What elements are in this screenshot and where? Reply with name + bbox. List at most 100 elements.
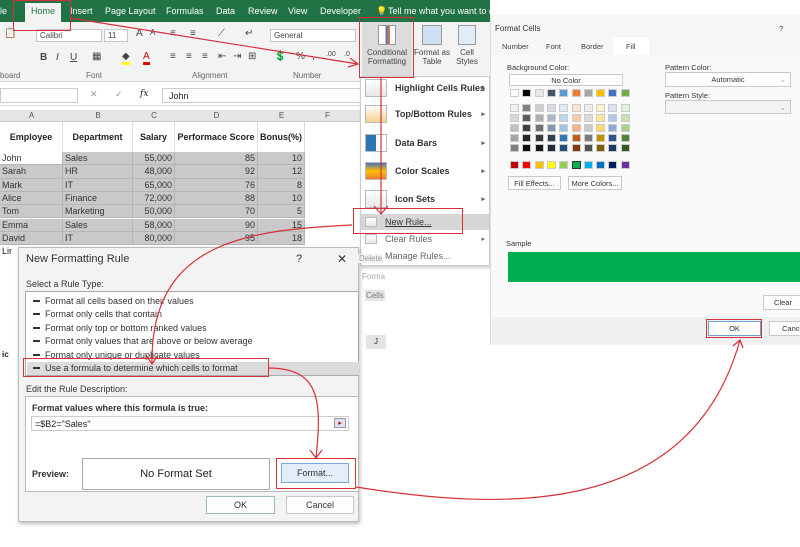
more-colors-button[interactable]: More Colors...: [568, 176, 622, 190]
table-cell[interactable]: 72,000: [133, 191, 175, 206]
table-cell[interactable]: IT: [63, 231, 133, 246]
wrap-text-icon[interactable]: ↵: [245, 28, 253, 39]
cancel-button[interactable]: Cancel: [769, 321, 800, 336]
tab-data[interactable]: Data: [216, 6, 235, 16]
tint-color-swatch[interactable]: [620, 104, 630, 112]
table-cell[interactable]: David: [0, 231, 63, 246]
tab-fill[interactable]: Fill: [613, 37, 649, 57]
standard-color-swatch[interactable]: [583, 161, 593, 169]
tint-color-swatch[interactable]: [583, 134, 593, 142]
tint-color-swatch[interactable]: [620, 144, 630, 152]
theme-color-swatch[interactable]: [608, 89, 618, 97]
tint-color-swatch[interactable]: [608, 114, 618, 122]
help-button[interactable]: ?: [296, 253, 302, 265]
column-header-f[interactable]: F: [305, 111, 350, 120]
table-cell[interactable]: 18: [258, 231, 305, 246]
table-cell[interactable]: Finance: [63, 191, 133, 206]
rule-type-item[interactable]: Format all cells based on their values: [27, 294, 359, 308]
tint-color-swatch[interactable]: [546, 114, 556, 122]
table-cell[interactable]: 65,000: [133, 178, 175, 192]
tint-color-swatch[interactable]: [559, 144, 569, 152]
help-button[interactable]: ?: [779, 24, 783, 33]
menu-item-data-bars[interactable]: Data Bars ▸: [361, 132, 489, 154]
tint-color-swatch[interactable]: [608, 134, 618, 142]
tab-border[interactable]: Border: [581, 42, 604, 51]
tint-color-swatch[interactable]: [559, 114, 569, 122]
column-header-e[interactable]: E: [258, 111, 305, 120]
decrease-indent-icon[interactable]: ⇤: [218, 51, 226, 62]
tint-color-swatch[interactable]: [571, 104, 581, 112]
tint-color-swatch[interactable]: [522, 144, 532, 152]
standard-color-swatch[interactable]: [608, 161, 618, 169]
tint-color-swatch[interactable]: [596, 134, 606, 142]
fill-effects-button[interactable]: Fill Effects...: [508, 176, 561, 190]
tab-developer[interactable]: Developer: [320, 6, 361, 16]
theme-color-swatch[interactable]: [596, 89, 606, 97]
tint-color-swatch[interactable]: [559, 124, 569, 132]
currency-icon[interactable]: 💲: [274, 51, 286, 62]
tint-color-swatch[interactable]: [510, 134, 519, 142]
comma-button[interactable]: ,: [312, 51, 315, 62]
table-cell[interactable]: 90: [175, 218, 258, 232]
tint-color-swatch[interactable]: [522, 114, 532, 122]
table-cell[interactable]: Mark: [0, 178, 63, 192]
standard-color-swatch[interactable]: [510, 161, 519, 169]
tint-color-swatch[interactable]: [534, 104, 544, 112]
tell-me-search[interactable]: Tell me what you want to do...: [388, 6, 507, 16]
tint-color-swatch[interactable]: [620, 114, 630, 122]
format-button[interactable]: Format...: [281, 463, 349, 483]
tint-color-swatch[interactable]: [522, 124, 532, 132]
standard-color-swatch[interactable]: [522, 161, 532, 169]
column-header-a[interactable]: A: [0, 111, 63, 120]
tint-color-swatch[interactable]: [620, 124, 630, 132]
tab-file[interactable]: le: [0, 6, 7, 16]
tint-color-swatch[interactable]: [608, 124, 618, 132]
table-cell[interactable]: 48,000: [133, 165, 175, 179]
tab-home[interactable]: Home: [25, 3, 62, 22]
theme-color-swatch[interactable]: [571, 89, 581, 97]
menu-item-color-scales[interactable]: Color Scales ▸: [361, 160, 489, 182]
standard-color-swatch[interactable]: [620, 161, 630, 169]
table-cell[interactable]: Tom: [0, 205, 63, 219]
tint-color-swatch[interactable]: [522, 104, 532, 112]
table-cell[interactable]: 76: [175, 178, 258, 192]
font-name-select[interactable]: Calibri: [36, 29, 102, 42]
table-cell[interactable]: John: [0, 152, 63, 166]
header-employee[interactable]: Employee: [0, 122, 63, 152]
header-department[interactable]: Department: [63, 122, 133, 152]
number-format-select[interactable]: General: [270, 29, 356, 42]
cancel-button[interactable]: Cancel: [286, 496, 354, 514]
tint-color-swatch[interactable]: [546, 104, 556, 112]
tint-color-swatch[interactable]: [534, 134, 544, 142]
table-cell[interactable]: 8: [258, 178, 305, 192]
table-cell[interactable]: 85: [175, 152, 258, 166]
table-cell[interactable]: 5: [258, 205, 305, 219]
table-cell[interactable]: Sales: [63, 152, 133, 166]
format-as-table-button[interactable]: Format as Table: [414, 22, 450, 80]
theme-color-swatch[interactable]: [583, 89, 593, 97]
borders-icon[interactable]: ▦: [92, 51, 101, 62]
rule-type-item[interactable]: Format only unique or duplicate values: [27, 348, 359, 362]
table-cell[interactable]: 88: [175, 191, 258, 206]
tint-color-swatch[interactable]: [583, 144, 593, 152]
table-cell[interactable]: 80,000: [133, 231, 175, 246]
rule-type-item[interactable]: Format only top or bottom ranked values: [27, 321, 359, 335]
table-cell[interactable]: Sarah: [0, 165, 63, 179]
column-header-j[interactable]: J: [366, 335, 386, 349]
formula-input[interactable]: =$B2="Sales": [31, 416, 349, 431]
percent-button[interactable]: %: [296, 51, 305, 62]
theme-color-swatch[interactable]: [620, 89, 630, 97]
tint-color-swatch[interactable]: [571, 144, 581, 152]
increase-decimal-icon[interactable]: .00: [326, 51, 336, 58]
tint-color-swatch[interactable]: [546, 144, 556, 152]
tint-color-swatch[interactable]: [510, 104, 519, 112]
tint-color-swatch[interactable]: [583, 104, 593, 112]
column-header-d[interactable]: D: [175, 111, 258, 120]
fx-icon[interactable]: fx: [140, 89, 148, 99]
standard-color-swatch[interactable]: [534, 161, 544, 169]
tint-color-swatch[interactable]: [510, 124, 519, 132]
tint-color-swatch[interactable]: [583, 114, 593, 122]
partial-cell[interactable]: Lir: [2, 246, 12, 256]
tint-color-swatch[interactable]: [534, 144, 544, 152]
standard-color-swatch[interactable]: [596, 161, 606, 169]
